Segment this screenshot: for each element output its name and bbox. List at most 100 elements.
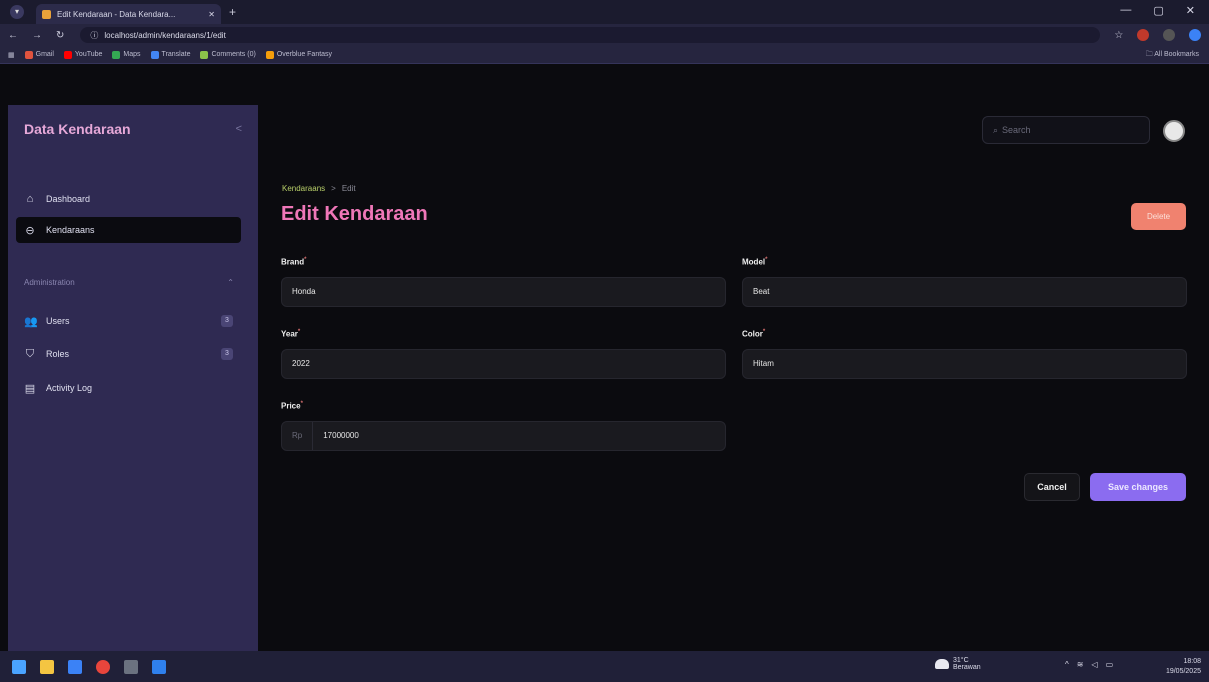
breadcrumb-edit: Edit [341, 184, 356, 193]
wifi-icon[interactable]: ≋ [1077, 660, 1084, 669]
required-marker: * [762, 329, 766, 335]
bookmark-overblue[interactable]: Overblue Fantasy [265, 50, 332, 59]
car-icon: ⊖ [25, 224, 35, 237]
model-label: Model [742, 257, 766, 267]
gmail-icon [24, 50, 33, 59]
favicon-icon [42, 9, 51, 19]
folder-icon: 🗀 [1145, 51, 1153, 58]
price-input[interactable]: Rp 17000000 [281, 420, 726, 451]
minimize-icon[interactable]: — [1120, 4, 1131, 17]
color-field: Color* Hitam [742, 329, 1187, 379]
system-tray: ^ ≋ ◁ ▭ [1065, 660, 1113, 669]
sidebar-item-activity-log[interactable]: ▤ Activity Log [16, 375, 241, 401]
windows-start-icon[interactable] [12, 659, 26, 674]
users-count-badge: 3 [221, 315, 233, 327]
required-marker: * [297, 329, 301, 335]
chevron-up-icon[interactable]: ^ [1065, 660, 1069, 669]
apps-icon[interactable]: ▦ [8, 51, 15, 59]
year-field: Year* 2022 [281, 329, 726, 379]
color-label: Color [742, 329, 763, 339]
bookmark-translate[interactable]: Translate [150, 50, 190, 59]
users-icon: 👥 [24, 315, 38, 328]
browser-tab[interactable]: Edit Kendaraan - Data Kendara... ✕ [36, 4, 221, 24]
translate-icon [150, 50, 159, 59]
url-field[interactable]: ⓘ localhost/admin/kendaraans/1/edit [80, 27, 1101, 43]
bookmark-comments[interactable]: Comments (0) [200, 50, 256, 59]
sidebar-group-administration[interactable]: Administration ⌃ [24, 278, 234, 287]
breadcrumb-kendaraans[interactable]: Kendaraans [282, 184, 325, 193]
all-bookmarks[interactable]: 🗀 All Bookmarks [1146, 50, 1199, 61]
site-info-icon[interactable]: ⓘ [90, 30, 98, 41]
system-clock[interactable]: 18:08 19/05/2025 [1166, 657, 1201, 677]
new-tab-icon[interactable]: + [229, 5, 236, 19]
app-icon[interactable] [68, 659, 82, 674]
delete-button[interactable]: Delete [1131, 203, 1186, 230]
required-marker: * [304, 257, 307, 263]
user-avatar[interactable] [1163, 120, 1185, 142]
price-field: Price* Rp 17000000 [281, 401, 726, 451]
required-marker: * [765, 257, 768, 263]
bookmark-gmail[interactable]: Gmail [24, 50, 54, 59]
url-text: localhost/admin/kendaraans/1/edit [104, 30, 226, 40]
tab-menu-icon[interactable]: ▾ [10, 5, 24, 19]
search-icon: ⌕ [993, 124, 999, 135]
weather-widget[interactable]: 31°C Berawan [935, 657, 981, 671]
cloud-icon [935, 659, 949, 669]
youtube-icon [63, 50, 72, 59]
extension-icon[interactable] [1137, 29, 1150, 41]
tab-close-icon[interactable]: ✕ [208, 10, 215, 19]
battery-icon[interactable]: ▭ [1106, 660, 1114, 669]
search-placeholder: Search [1002, 125, 1031, 135]
bookmarks-bar: ▦ Gmail YouTube Maps Translate Comments … [0, 46, 1209, 64]
sidebar-item-roles[interactable]: ⛉ Roles 3 [16, 341, 241, 367]
global-search[interactable]: ⌕ Search [982, 116, 1150, 144]
overblue-icon [265, 50, 274, 59]
chrome-icon[interactable] [96, 659, 110, 674]
model-input[interactable]: Beat [742, 276, 1187, 307]
back-icon[interactable]: ← [8, 30, 18, 41]
browser-tab-bar: ▾ Edit Kendaraan - Data Kendara... ✕ + —… [0, 0, 1209, 24]
bookmark-youtube[interactable]: YouTube [63, 50, 102, 59]
shield-icon: ⛉ [25, 347, 35, 360]
save-changes-button[interactable]: Save changes [1090, 473, 1186, 501]
vscode-icon[interactable] [152, 659, 166, 674]
brand-input[interactable]: Honda [281, 276, 726, 307]
puzzle-icon[interactable] [1163, 29, 1176, 41]
year-input[interactable]: 2022 [281, 348, 726, 379]
forward-icon[interactable]: → [32, 30, 42, 41]
volume-icon[interactable]: ◁ [1091, 660, 1097, 669]
cancel-button[interactable]: Cancel [1024, 473, 1080, 501]
profile-icon[interactable] [1189, 29, 1202, 41]
required-marker: * [300, 401, 303, 407]
collapse-sidebar-icon[interactable]: < [236, 123, 242, 135]
roles-count-badge: 3 [221, 348, 233, 360]
file-explorer-icon[interactable] [40, 659, 54, 674]
breadcrumb: Kendaraans > Edit [282, 184, 356, 193]
page-title: Edit Kendaraan [281, 203, 428, 225]
os-taskbar: 31°C Berawan ^ ≋ ◁ ▭ 18:08 19/05/2025 [0, 651, 1209, 682]
reload-icon[interactable]: ↻ [56, 30, 64, 41]
app-title: Data Kendaraan [24, 121, 131, 137]
sidebar-item-dashboard[interactable]: ⌂ Dashboard [16, 186, 241, 212]
comments-icon [200, 50, 209, 59]
log-icon: ▤ [24, 382, 36, 395]
home-icon: ⌂ [26, 193, 34, 205]
window-controls: — ▢ ✕ [1120, 4, 1195, 17]
star-icon[interactable]: ☆ [1114, 30, 1123, 41]
bookmark-maps[interactable]: Maps [112, 50, 141, 59]
breadcrumb-separator-icon: > [331, 184, 336, 193]
brand-field: Brand* Honda [281, 257, 726, 307]
close-window-icon[interactable]: ✕ [1186, 4, 1195, 17]
color-input[interactable]: Hitam [742, 348, 1187, 379]
maximize-icon[interactable]: ▢ [1153, 4, 1163, 17]
sidebar-item-kendaraans[interactable]: ⊖ Kendaraans [16, 217, 241, 243]
model-field: Model* Beat [742, 257, 1187, 307]
tab-title: Edit Kendaraan - Data Kendara... [57, 9, 176, 19]
brand-label: Brand [281, 257, 305, 267]
sidebar-item-users[interactable]: 👥 Users 3 [16, 308, 241, 334]
sidebar-header: Data Kendaraan < [8, 105, 258, 153]
currency-prefix: Rp [292, 421, 314, 450]
year-label: Year [281, 329, 298, 339]
address-bar-row: ← → ↻ ⓘ localhost/admin/kendaraans/1/edi… [0, 24, 1209, 46]
terminal-icon[interactable] [124, 659, 138, 674]
